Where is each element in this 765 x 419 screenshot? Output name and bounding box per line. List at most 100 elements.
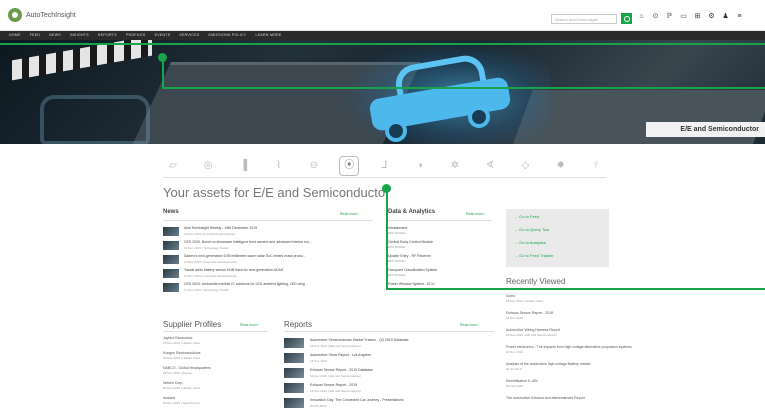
autonomy-icon[interactable]: ✲ xyxy=(445,157,465,175)
news-title[interactable]: CES 2020: Ambarella exhibits IC solution… xyxy=(184,282,308,286)
report-title[interactable]: Automotive Semiconductor Market Tracker … xyxy=(310,338,409,342)
list-item[interactable]: Kongsh Electrosolutions 09 Dec 2019 | Hid… xyxy=(163,351,263,360)
settings-icon[interactable]: ✸ xyxy=(551,157,571,175)
list-item[interactable]: Nelsen Corp 09 Dec 2019 | Hidden Cities xyxy=(163,381,263,390)
nav-item[interactable]: SERVICES xyxy=(179,33,199,38)
supplier-profiles-read-more-link[interactable]: Read more › xyxy=(240,323,259,327)
news-thumbnail xyxy=(163,241,179,250)
list-item[interactable]: Update Entry - RF Receiver EPS MODEL xyxy=(388,254,488,266)
nav-item[interactable]: LEARN MORE xyxy=(256,33,282,38)
nav-item[interactable]: FEED xyxy=(30,33,41,38)
steering-icon[interactable]: ⊝ xyxy=(304,157,324,175)
monitor-icon[interactable]: ▭ xyxy=(680,12,687,22)
list-item[interactable]: Infotainment EPS MODEL xyxy=(388,226,488,238)
list-item[interactable]: Power electronics - The impacts from hig… xyxy=(506,345,632,354)
news-title[interactable]: Saleen's next-generation 6.55 millimeter… xyxy=(184,254,305,258)
wheel-icon[interactable]: ◎ xyxy=(198,157,218,175)
hero-label: E/E and Semiconductor xyxy=(646,122,765,137)
goto-link[interactable]: → Go to Feed Tracker xyxy=(514,253,554,258)
user-icon[interactable]: ♟ xyxy=(722,12,729,22)
report-title[interactable]: Exhaust Sensor Report - 2019 Database xyxy=(310,368,373,372)
hero-pin-strip xyxy=(12,40,152,81)
report-thumbnail xyxy=(284,368,304,378)
list-item[interactable]: Automotive Wiring Harness Report 18 Dec 2… xyxy=(506,328,616,337)
list-item[interactable]: Sumo 18 Dec 2019 | Hidden Cities xyxy=(506,294,616,303)
news-thumbnail xyxy=(163,227,179,236)
nav-item[interactable]: INSIGHTS xyxy=(70,33,89,38)
report-meta: 18 Nov 2019 xyxy=(310,359,328,363)
list-item[interactable]: Automotive Semiconductor Market Tracker … xyxy=(284,337,494,351)
goto-link[interactable]: → Go to Query Tool xyxy=(514,227,549,232)
list-item[interactable]: Exhaust Sensor Report - 2019 14 Nov 2019 … xyxy=(284,382,494,396)
telematics-icon[interactable]: ⅃ xyxy=(375,157,395,175)
report-meta: 14 Nov 2019 | E/E and Semiconductor xyxy=(310,374,361,378)
charging-icon[interactable]: ⌇ xyxy=(269,157,289,175)
list-item[interactable]: AutoTechInsight Weekly - 19th December 2… xyxy=(163,226,373,238)
menu-icon[interactable]: ≡ xyxy=(736,12,743,22)
brand-name: AutoTechInsight xyxy=(26,11,76,19)
list-item[interactable]: Occupant Classification System EPS MODEL xyxy=(388,268,488,280)
recent-title[interactable]: The automotive Exhaust and aftertreatmen… xyxy=(506,396,616,401)
list-item[interactable]: Saleen's next-generation 6.55 millimeter… xyxy=(163,254,373,266)
list-item[interactable]: NABCO - Global Headquarters 09 Dec 2019 |… xyxy=(163,366,263,375)
list-item[interactable]: Exhaust Sensor Report - 2018 18 Dec 2019 xyxy=(506,311,616,320)
analytics-title[interactable]: Central Body Control Module xyxy=(388,240,433,244)
list-item[interactable]: CES 2020: Ambarella exhibits IC solution… xyxy=(163,282,373,294)
bell-icon[interactable]: ⌂ xyxy=(638,12,645,22)
nav-item[interactable]: EMISSIONS POLICY xyxy=(208,33,246,38)
recent-meta: 04 Nov 2019 xyxy=(506,349,524,354)
nav-item[interactable]: PROFILES xyxy=(126,33,146,38)
sensor-icon[interactable]: ◑ xyxy=(410,157,430,175)
car-wheel-icon xyxy=(385,120,407,142)
recent-title[interactable]: Power electronics - The impacts from hig… xyxy=(506,345,632,350)
analytics-title[interactable]: Update Entry - RF Receiver xyxy=(388,254,431,258)
list-item[interactable]: Audaint 09 Dec 2019 | Japan/Korea xyxy=(163,396,263,405)
quick-links-panel: → Go to Feed → Go to Query Tool → Go to An… xyxy=(506,209,609,267)
battery-icon[interactable]: ▐ xyxy=(234,157,254,175)
list-item[interactable]: Yazaki adds battery sensor HUB flash for… xyxy=(163,268,373,280)
ppt-icon[interactable]: ℙ xyxy=(666,12,673,22)
goto-link[interactable]: → Go to Analytics xyxy=(514,240,546,245)
nav-item[interactable]: NEWS xyxy=(49,33,61,38)
help-icon[interactable]: ⊙ xyxy=(652,12,659,22)
news-title[interactable]: AutoTechInsight Weekly - 19th December 2… xyxy=(184,226,257,230)
search-input[interactable]: Search AutoTechInsight xyxy=(551,14,617,24)
list-item[interactable]: The automotive Exhaust and aftertreatmen… xyxy=(506,396,616,401)
lighting-icon[interactable]: ∢ xyxy=(480,157,500,175)
report-title[interactable]: Automotive Show Report - Los Angeles xyxy=(310,353,371,357)
data-analytics-read-more-link[interactable]: Read more › xyxy=(466,212,485,216)
grid-icon[interactable]: ⊞ xyxy=(694,12,701,22)
nav-item[interactable]: HOME xyxy=(9,33,21,38)
analytics-meta: EPS MODEL xyxy=(388,231,406,235)
tools-icon[interactable]: ⫯ xyxy=(586,157,606,175)
search-button[interactable] xyxy=(621,13,632,24)
goto-link[interactable]: → Go to Feed xyxy=(514,214,539,219)
analytics-title[interactable]: Infotainment xyxy=(388,226,407,230)
analytics-title[interactable]: Occupant Classification System xyxy=(388,268,437,272)
report-title[interactable]: Exhaust Sensor Report - 2019 xyxy=(310,383,357,387)
news-meta: 18 Dec 2019 | Technology Trends xyxy=(184,246,229,250)
report-meta: 30 Oct 2019 xyxy=(310,404,327,408)
connected-icon[interactable]: ◇ xyxy=(516,157,536,175)
list-item[interactable]: Innovation Day: The Connected Car Journe… xyxy=(284,397,494,411)
list-item[interactable]: Exhaust Sensor Report - 2019 Database 14 … xyxy=(284,367,494,381)
list-item[interactable]: Automotive Show Report - Los Angeles 18 N… xyxy=(284,352,494,366)
nav-item[interactable]: REPORTS xyxy=(98,33,117,38)
news-read-more-link[interactable]: Read more › xyxy=(340,212,359,216)
brand-logo[interactable]: AutoTechInsight xyxy=(8,8,76,22)
semiconductor-icon[interactable]: ⦿ xyxy=(339,156,360,176)
reports-read-more-link[interactable]: Read more › xyxy=(460,323,479,327)
list-item[interactable]: Electrification 5, 48V 05 Feb 2019 xyxy=(506,379,616,388)
powertrain-icon[interactable]: ▱ xyxy=(163,157,183,175)
supplier-meta: 09 Dec 2019 | Japan/Korea xyxy=(163,400,200,405)
gear-icon[interactable]: ⚙ xyxy=(708,12,715,22)
analytics-title[interactable]: Power Window System - ECU xyxy=(388,282,434,286)
list-item[interactable]: CES 2020: Bosch to showcase intelligent … xyxy=(163,240,373,252)
nav-item[interactable]: EVENTS xyxy=(155,33,171,38)
list-item[interactable]: Central Body Control Module EPS MODEL xyxy=(388,240,488,252)
report-title[interactable]: Innovation Day: The Connected Car Journe… xyxy=(310,398,404,402)
news-title[interactable]: CES 2020: Bosch to showcase intelligent … xyxy=(184,240,312,244)
list-item[interactable]: Analysis of the automotive high voltage … xyxy=(506,362,616,371)
news-title[interactable]: Yazaki adds battery sensor HUB flash for… xyxy=(184,268,283,272)
list-item[interactable]: Jaybird Electronics 18 Dec 2019 | Hidden … xyxy=(163,336,263,345)
